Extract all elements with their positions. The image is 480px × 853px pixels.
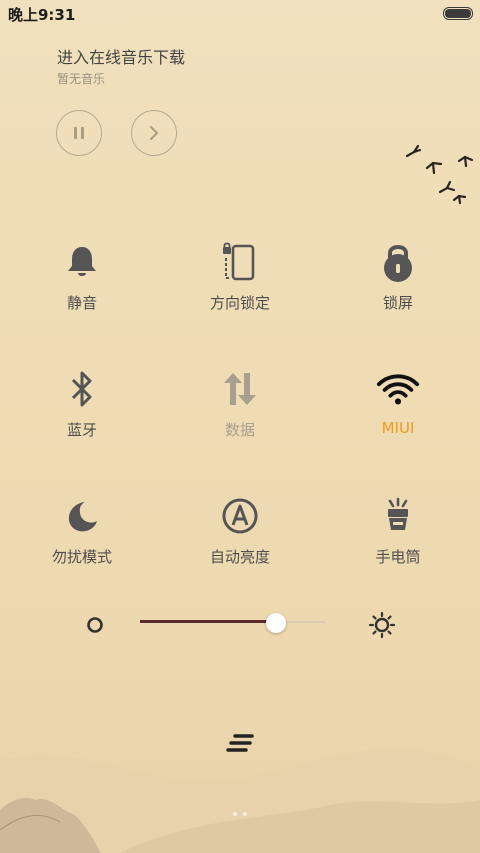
battery-icon <box>443 7 473 20</box>
moon-icon <box>60 494 104 538</box>
wifi-icon <box>376 367 420 411</box>
toggle-lock-screen-label: 锁屏 <box>382 294 413 312</box>
pause-button[interactable] <box>56 110 102 156</box>
flashlight-icon <box>376 494 420 538</box>
toggle-auto-brightness-label: 自动亮度 <box>209 548 270 566</box>
toggle-mute-label: 静音 <box>66 294 97 312</box>
page-dot <box>243 812 247 816</box>
auto-brightness-icon <box>218 494 262 538</box>
page-indicator <box>0 812 480 816</box>
toggle-rotation-lock[interactable]: 方向锁定 <box>165 240 315 330</box>
toggle-rotation-lock-label: 方向锁定 <box>209 294 270 312</box>
rotation-lock-icon <box>218 240 262 284</box>
drawer-handle-icon[interactable] <box>226 733 254 757</box>
brightness-slider-fill <box>140 620 276 623</box>
toggle-wifi[interactable]: MIUI <box>323 367 473 457</box>
data-icon <box>218 367 262 411</box>
brightness-high-icon <box>368 611 396 643</box>
status-time: 晚上9:31 <box>8 6 76 24</box>
bluetooth-icon <box>60 367 104 411</box>
toggle-bluetooth[interactable]: 蓝牙 <box>7 367 157 457</box>
pause-icon <box>74 127 84 139</box>
brightness-slider-thumb[interactable] <box>265 613 286 633</box>
toggle-auto-brightness[interactable]: 自动亮度 <box>165 494 315 584</box>
toggle-lock-screen[interactable]: 锁屏 <box>323 240 473 330</box>
toggle-bluetooth-label: 蓝牙 <box>66 421 97 439</box>
music-subtitle: 暂无音乐 <box>57 72 106 86</box>
toggle-flashlight-label: 手电筒 <box>375 548 421 566</box>
toggle-data[interactable]: 数据 <box>165 367 315 457</box>
toggle-flashlight[interactable]: 手电筒 <box>323 494 473 584</box>
next-button[interactable] <box>131 110 177 156</box>
music-title[interactable]: 进入在线音乐下载 <box>57 44 185 68</box>
toggle-mute[interactable]: 静音 <box>7 240 157 330</box>
bell-icon <box>60 240 104 284</box>
toggle-wifi-label: MIUI <box>381 419 415 437</box>
toggle-data-label: 数据 <box>224 421 255 439</box>
toggle-do-not-disturb[interactable]: 勿扰模式 <box>7 494 157 584</box>
brightness-low-icon <box>86 616 104 638</box>
page-dot <box>233 812 237 816</box>
toggle-do-not-disturb-label: 勿扰模式 <box>51 548 112 566</box>
lock-icon <box>376 240 420 284</box>
chevron-right-icon <box>150 126 158 140</box>
